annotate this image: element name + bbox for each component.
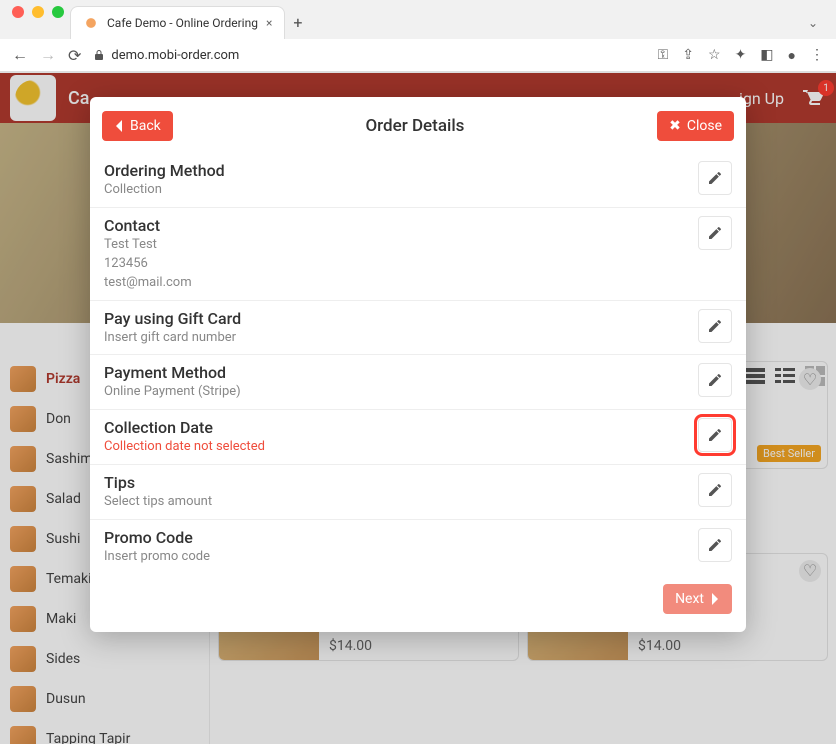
detail-subtext: Insert promo code [104, 549, 698, 566]
page: Ca ign Up 1 PizzaDonSashimiSaladSushiTem… [0, 73, 836, 744]
edit-button[interactable] [698, 473, 732, 507]
detail-title: Tips [104, 473, 698, 492]
detail-subtext: Online Payment (Stripe) [104, 384, 698, 401]
modal-overlay[interactable]: Back Order Details ✖ Close Ordering Meth… [0, 73, 836, 744]
chevron-right-icon [710, 593, 720, 605]
url-text: demo.mobi-order.com [111, 48, 239, 63]
extensions-icon[interactable]: ✦ [735, 47, 747, 63]
detail-row-collection-date: Collection Date Collection date not selec… [90, 410, 746, 465]
detail-row-tips: Tips Select tips amount [90, 465, 746, 520]
browser-tab[interactable]: Cafe Demo - Online Ordering × [70, 6, 285, 39]
detail-title: Pay using Gift Card [104, 309, 698, 328]
back-button[interactable]: Back [102, 111, 173, 141]
close-label: Close [687, 118, 722, 134]
edit-button[interactable] [698, 216, 732, 250]
tab-bar: Cafe Demo - Online Ordering × + ⌄ [0, 6, 836, 39]
reload-icon[interactable]: ⟳ [68, 46, 81, 65]
chevron-left-icon [114, 120, 124, 132]
detail-title: Collection Date [104, 418, 698, 437]
pencil-icon [707, 318, 723, 334]
edit-button[interactable] [698, 418, 732, 452]
detail-subtext: Select tips amount [104, 494, 698, 511]
detail-subtext: test@mail.com [104, 275, 698, 292]
new-tab-button[interactable]: + [293, 13, 302, 32]
edit-button[interactable] [698, 161, 732, 195]
pencil-icon [707, 427, 723, 443]
favicon-icon [83, 15, 99, 31]
star-icon[interactable]: ☆ [708, 47, 721, 63]
detail-title: Payment Method [104, 363, 698, 382]
detail-row-promo-code: Promo Code Insert promo code [90, 520, 746, 574]
back-nav-icon[interactable]: ← [12, 45, 28, 65]
detail-subtext: Test Test [104, 237, 698, 254]
close-window[interactable] [12, 6, 24, 18]
edit-button[interactable] [698, 309, 732, 343]
detail-subtext: Collection [104, 182, 698, 199]
detail-row-contact: Contact Test Test 123456 test@mail.com [90, 208, 746, 301]
pencil-icon [707, 372, 723, 388]
next-button[interactable]: Next [663, 584, 732, 614]
detail-subtext: Insert gift card number [104, 330, 698, 347]
pencil-icon [707, 537, 723, 553]
pencil-icon [707, 170, 723, 186]
kebab-icon[interactable]: ⋮ [810, 47, 824, 63]
detail-row-ordering-method: Ordering Method Collection [90, 153, 746, 208]
maximize-window[interactable] [52, 6, 64, 18]
detail-title: Contact [104, 216, 698, 235]
browser-chrome: Cafe Demo - Online Ordering × + ⌄ ← → ⟳ … [0, 0, 836, 73]
tabs-menu-icon[interactable]: ⌄ [808, 16, 818, 30]
profile-icon[interactable]: ● [788, 47, 796, 64]
address-bar: ← → ⟳ demo.mobi-order.com ⚿ ⇪ ☆ ✦ ◧ ● ⋮ [0, 39, 836, 72]
detail-row-payment-method: Payment Method Online Payment (Stripe) [90, 355, 746, 410]
detail-subtext: Collection date not selected [104, 439, 698, 456]
detail-title: Ordering Method [104, 161, 698, 180]
url-field[interactable]: demo.mobi-order.com [93, 48, 645, 63]
order-details-modal: Back Order Details ✖ Close Ordering Meth… [90, 97, 746, 632]
share-icon[interactable]: ⇪ [682, 47, 694, 63]
close-tab-icon[interactable]: × [266, 16, 272, 30]
edit-button[interactable] [698, 528, 732, 562]
detail-subtext: 123456 [104, 256, 698, 273]
detail-row-pay-using-gift-card: Pay using Gift Card Insert gift card numb… [90, 301, 746, 356]
back-label: Back [130, 118, 161, 134]
chrome-toolbar-icons: ⚿ ⇪ ☆ ✦ ◧ ● ⋮ [658, 47, 824, 64]
minimize-window[interactable] [32, 6, 44, 18]
forward-nav-icon[interactable]: → [40, 45, 56, 65]
edit-button[interactable] [698, 363, 732, 397]
pencil-icon [707, 225, 723, 241]
tab-title: Cafe Demo - Online Ordering [107, 16, 258, 30]
detail-title: Promo Code [104, 528, 698, 547]
modal-title: Order Details [365, 116, 464, 136]
panel-icon[interactable]: ◧ [760, 47, 773, 63]
close-button[interactable]: ✖ Close [657, 111, 734, 141]
pencil-icon [707, 482, 723, 498]
next-label: Next [675, 591, 704, 607]
lock-icon [93, 49, 105, 61]
close-x-icon: ✖ [669, 118, 681, 134]
key-icon[interactable]: ⚿ [658, 47, 669, 63]
